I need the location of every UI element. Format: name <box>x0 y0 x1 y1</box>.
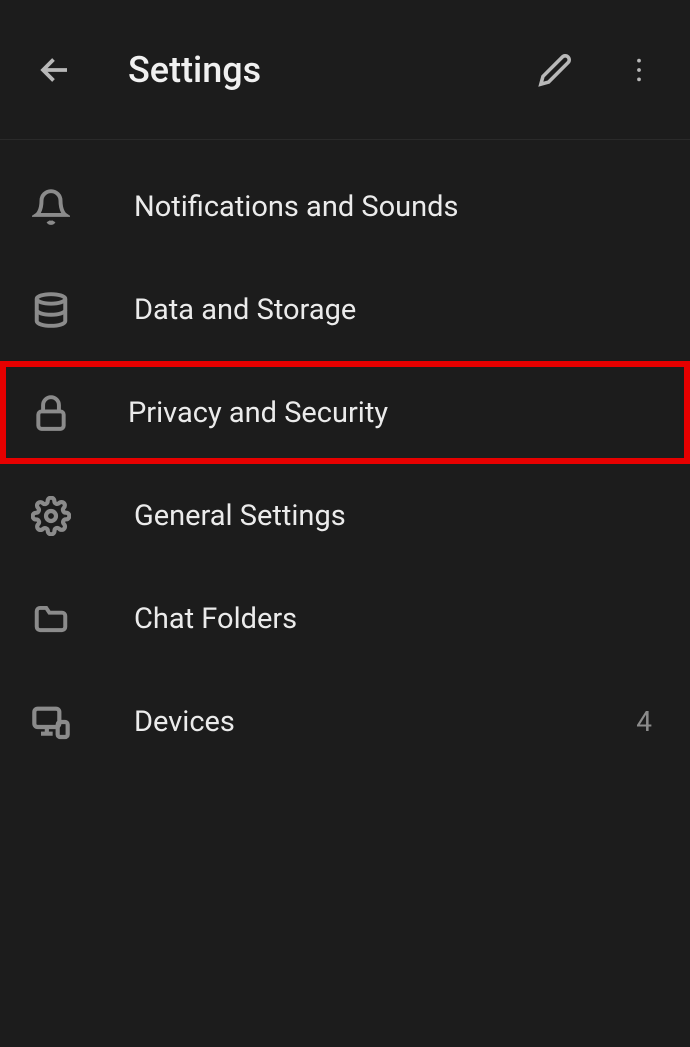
devices-icon <box>30 701 72 743</box>
settings-item-notifications[interactable]: Notifications and Sounds <box>0 155 690 258</box>
header-actions <box>534 49 660 91</box>
settings-item-label: Notifications and Sounds <box>134 190 458 224</box>
settings-item-devices[interactable]: Devices 4 <box>0 670 690 773</box>
settings-item-label: Data and Storage <box>134 293 356 327</box>
settings-list: Notifications and Sounds Data and Storag… <box>0 140 690 773</box>
settings-item-label: Chat Folders <box>134 602 297 636</box>
gear-icon <box>30 495 72 537</box>
more-vertical-icon <box>623 54 655 86</box>
bell-icon <box>30 186 72 228</box>
database-icon <box>30 289 72 331</box>
settings-item-label: General Settings <box>134 499 346 533</box>
settings-item-label: Privacy and Security <box>128 396 388 430</box>
settings-item-general[interactable]: General Settings <box>0 464 690 567</box>
settings-item-value: 4 <box>636 705 660 738</box>
folder-icon <box>30 598 72 640</box>
settings-item-label: Devices <box>134 705 235 739</box>
settings-item-privacy-security[interactable]: Privacy and Security <box>0 361 690 464</box>
settings-item-chat-folders[interactable]: Chat Folders <box>0 567 690 670</box>
settings-item-data-storage[interactable]: Data and Storage <box>0 258 690 361</box>
header: Settings <box>0 0 690 140</box>
lock-icon <box>30 392 72 434</box>
arrow-left-icon <box>37 52 73 88</box>
edit-button[interactable] <box>534 49 576 91</box>
page-title: Settings <box>128 49 261 91</box>
more-button[interactable] <box>618 49 660 91</box>
pencil-icon <box>538 53 572 87</box>
back-button[interactable] <box>30 45 80 95</box>
